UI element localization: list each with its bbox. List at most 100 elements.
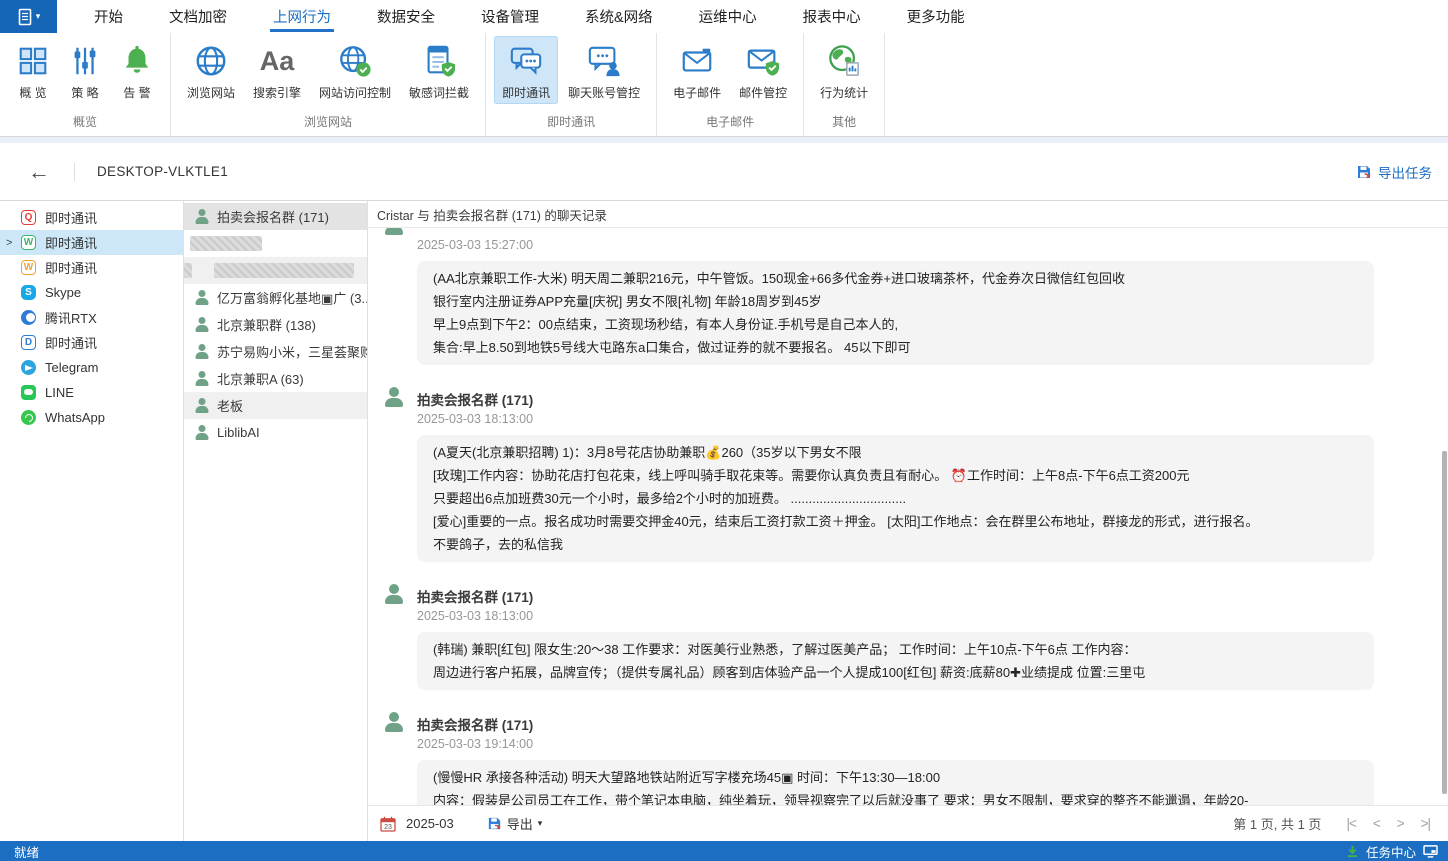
ribbon-tab[interactable]: 文档加密	[146, 0, 250, 33]
alert-button[interactable]: 告 警	[112, 36, 162, 104]
telegram-icon	[21, 360, 36, 375]
globe-stats-icon	[827, 40, 861, 82]
button-label: 电子邮件	[673, 84, 721, 101]
group-label: 苏宁易购小米，三星荟聚购...	[217, 342, 367, 361]
group-list-item[interactable]: 苏宁易购小米，三星荟聚购...	[184, 338, 367, 365]
sidebar-item-skype[interactable]: S Skype	[0, 280, 183, 305]
calendar-icon: 23	[380, 816, 396, 832]
divider	[74, 163, 75, 181]
last-page-icon[interactable]: >|	[1421, 816, 1430, 831]
browse-website-button[interactable]: 浏览网站	[179, 36, 243, 104]
group-label: 电子邮件	[661, 111, 799, 136]
group-list-item-selected[interactable]: 拍卖会报名群 (171)	[184, 203, 367, 230]
status-bar: 就绪 任务中心	[0, 841, 1448, 861]
app-menu-button[interactable]: ▾	[0, 0, 57, 33]
im-button-selected[interactable]: 即时通讯	[494, 36, 558, 104]
prev-page-icon[interactable]: <	[1373, 816, 1380, 831]
message-bubble: (慢慢HR 承接各种活动) 明天大望路地铁站附近写字楼充场45▣ 时间：下午13…	[417, 760, 1374, 805]
group-list-item-blurred[interactable]	[184, 257, 367, 284]
export-button[interactable]: 导出 ▾	[487, 814, 543, 833]
ribbon-tab-active[interactable]: 上网行为	[250, 0, 354, 33]
monitor-icon[interactable]	[1423, 845, 1438, 858]
sidebar-item-telegram[interactable]: Telegram	[0, 355, 183, 380]
avatar	[384, 228, 404, 235]
blurred-content	[190, 236, 262, 251]
person-icon	[194, 317, 209, 332]
sidebar-item-im-wecom[interactable]: W 即时通讯	[0, 255, 183, 280]
ribbon: 概 览 策 略 告 警 概览	[0, 33, 1448, 137]
month-picker[interactable]: 23 2025-03	[380, 816, 454, 832]
group-list-item[interactable]: LiblibAI	[184, 419, 367, 446]
button-label: 即时通讯	[502, 84, 550, 101]
mail-icon	[680, 40, 714, 82]
wechat-icon: W	[21, 235, 36, 250]
download-arrow-icon	[1346, 845, 1359, 858]
globe-check-icon	[338, 40, 372, 82]
doc-shield-icon	[422, 40, 456, 82]
email-button[interactable]: 电子邮件	[665, 36, 729, 104]
group-list-item[interactable]: 亿万富翁孵化基地▣广 (3...	[184, 284, 367, 311]
ribbon-group-other: 行为统计 其他	[804, 33, 885, 136]
sidebar-item-im-wechat-selected[interactable]: > W 即时通讯	[0, 230, 183, 255]
overview-button[interactable]: 概 览	[8, 36, 58, 104]
chat-account-control-button[interactable]: 聊天账号管控	[560, 36, 648, 104]
message-time: 2025-03-03 18:13:00	[417, 412, 1448, 426]
export-task-button[interactable]: 导出任务	[1356, 162, 1432, 182]
behavior-stats-button[interactable]: 行为统计	[812, 36, 876, 104]
chat-message: 拍卖会报名群 (171) 2025-03-03 19:14:00 (慢慢HR 承…	[384, 712, 1448, 805]
group-label: 北京兼职A (63)	[217, 369, 304, 388]
button-label: 行为统计	[820, 84, 868, 101]
mail-control-button[interactable]: 邮件管控	[731, 36, 795, 104]
pagination: |< < > >|	[1346, 816, 1430, 831]
group-list-item-blurred[interactable]	[184, 230, 367, 257]
button-label: 策 略	[71, 84, 98, 101]
blurred-content	[184, 263, 192, 278]
message-bubble: (AA北京兼职工作-大米) 明天周二兼职216元，中午管饭。150现金+66多代…	[417, 261, 1374, 365]
svg-text:23: 23	[384, 824, 392, 831]
task-center-button[interactable]: 任务中心	[1346, 842, 1438, 861]
chat-message: 拍卖会报名群 (171) 2025-03-03 18:13:00 (A夏天(北京…	[384, 387, 1448, 562]
export-label: 导出	[507, 814, 533, 833]
message-time: 2025-03-03 18:13:00	[417, 609, 1448, 623]
first-page-icon[interactable]: |<	[1346, 816, 1355, 831]
chat-scrollbar[interactable]	[1442, 451, 1447, 794]
ribbon-tab[interactable]: 报表中心	[780, 0, 884, 33]
ribbon-tab[interactable]: 系统&网络	[562, 0, 676, 33]
group-label: 其他	[808, 111, 880, 136]
ribbon-tab[interactable]: 数据安全	[354, 0, 458, 33]
sidebar-item-im-d[interactable]: D 即时通讯	[0, 330, 183, 355]
expander-icon[interactable]: >	[6, 237, 12, 249]
chevron-down-icon: ▾	[538, 818, 543, 829]
chat-bubbles-icon	[508, 40, 544, 82]
sidebar-item-label: 即时通讯	[45, 233, 97, 252]
search-engine-button[interactable]: Aa 搜索引擎	[245, 36, 309, 104]
sensitive-word-block-button[interactable]: 敏感词拦截	[401, 36, 477, 104]
ribbon-tab[interactable]: 开始	[71, 0, 146, 33]
website-access-control-button[interactable]: 网站访问控制	[311, 36, 399, 104]
ribbon-group-browsing: 浏览网站 Aa 搜索引擎 网站访问控制 敏感词拦截	[171, 33, 486, 136]
ribbon-tab[interactable]: 运维中心	[676, 0, 780, 33]
ribbon-tab[interactable]: 更多功能	[884, 0, 988, 33]
next-page-icon[interactable]: >	[1397, 816, 1404, 831]
sidebar-item-label: 即时通讯	[45, 333, 97, 352]
person-icon	[194, 290, 209, 305]
avatar	[384, 584, 404, 604]
sidebar-item-line[interactable]: LINE	[0, 380, 183, 405]
sidebar-item-im-q[interactable]: Q 即时通讯	[0, 205, 183, 230]
message-sender: 拍卖会报名群 (171)	[417, 712, 533, 734]
button-label: 告 警	[123, 84, 150, 101]
ribbon-group-email: 电子邮件 邮件管控 电子邮件	[657, 33, 804, 136]
group-list-item[interactable]: 老板	[184, 392, 367, 419]
sidebar-item-rtx[interactable]: 腾讯RTX	[0, 305, 183, 330]
chat-log-panel: Cristar 与 拍卖会报名群 (171) 的聊天记录 2025-03-03 …	[368, 201, 1448, 841]
chat-footer-toolbar: 23 2025-03 导出 ▾ 第 1 页, 共 1 页 |< < > >|	[368, 805, 1448, 841]
group-list-item[interactable]: 北京兼职群 (138)	[184, 311, 367, 338]
policy-button[interactable]: 策 略	[60, 36, 110, 104]
skype-icon: S	[21, 285, 36, 300]
group-list-item[interactable]: 北京兼职A (63)	[184, 365, 367, 392]
back-arrow-icon[interactable]: ←	[28, 161, 50, 183]
ribbon-tab[interactable]: 设备管理	[458, 0, 562, 33]
blurred-content	[214, 263, 354, 278]
search-aa-icon: Aa	[260, 40, 295, 82]
sidebar-item-whatsapp[interactable]: WhatsApp	[0, 405, 183, 430]
